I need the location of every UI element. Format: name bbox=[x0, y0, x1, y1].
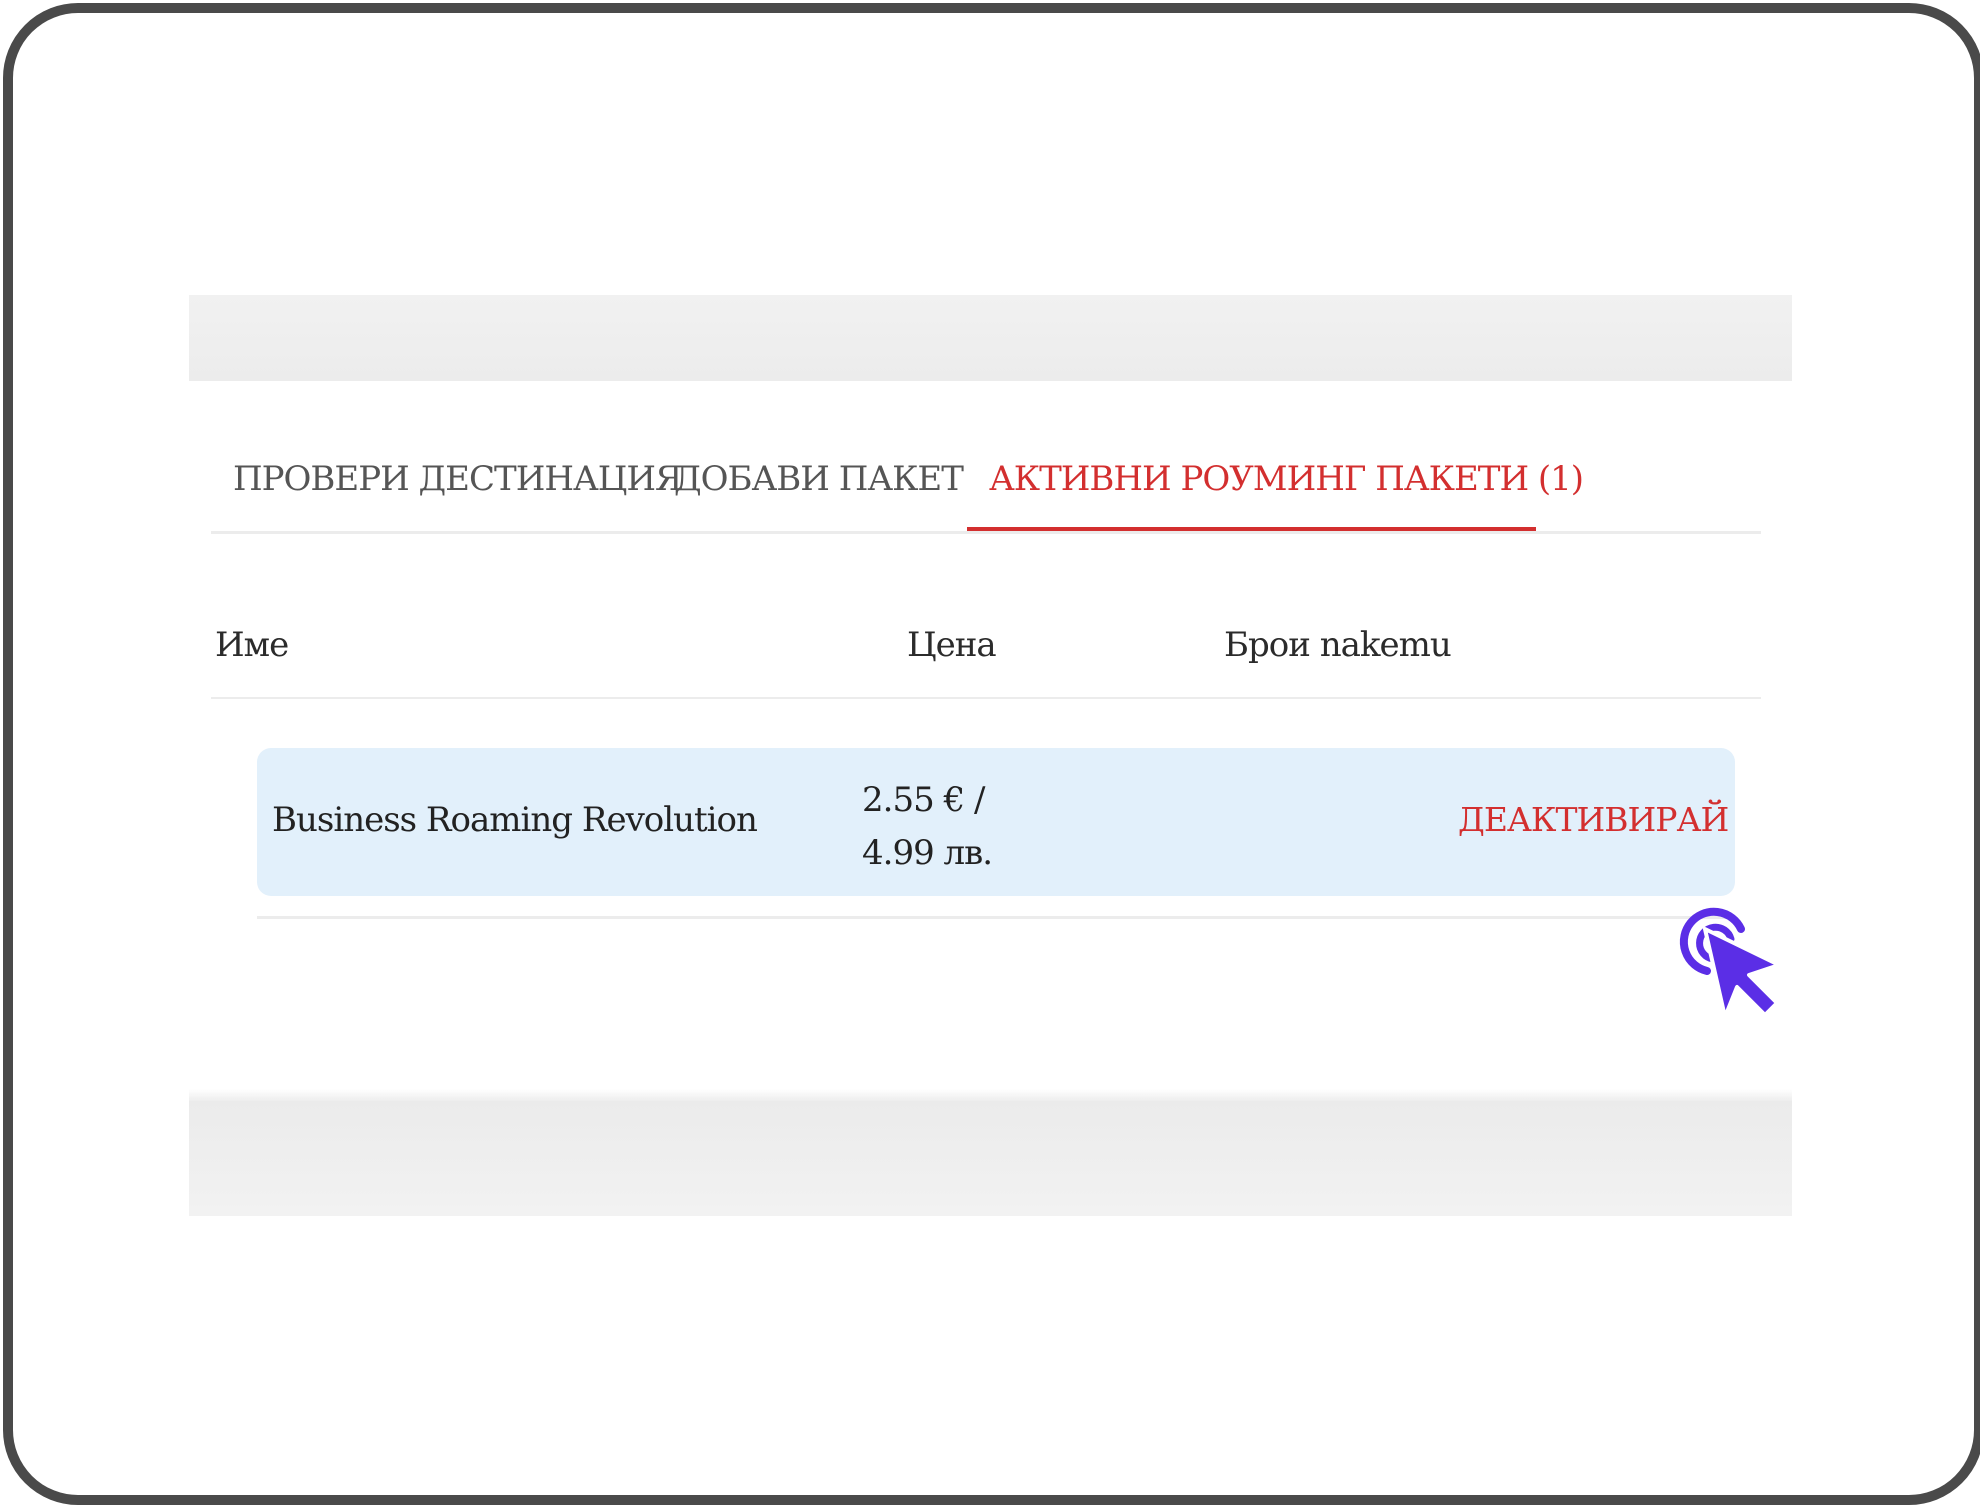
panel-bottom-band bbox=[189, 1089, 1792, 1216]
package-name: Business Roaming Revolution bbox=[272, 800, 758, 840]
deactivate-button[interactable]: ДЕАКТИВИРАЙ bbox=[1458, 800, 1729, 839]
price-bgn: 4.99 лв. bbox=[862, 833, 993, 873]
panel-content: ПРОВЕРИ ДЕСТИНАЦИЯ ДОБАВИ ПАКЕТ АКТИВНИ … bbox=[189, 381, 1792, 1101]
roaming-panel: ПРОВЕРИ ДЕСТИНАЦИЯ ДОБАВИ ПАКЕТ АКТИВНИ … bbox=[189, 295, 1792, 1216]
tab-add-package[interactable]: ДОБАВИ ПАКЕТ bbox=[674, 459, 964, 499]
panel-top-band bbox=[189, 295, 1792, 391]
header-name: Име bbox=[215, 625, 289, 665]
price-eur: 2.55 € / bbox=[862, 780, 985, 820]
tab-active-roaming-packages[interactable]: АКТИВНИ РОУМИНГ ПАКЕТИ (1) bbox=[989, 459, 1584, 499]
header-package-count: Брои nakemu bbox=[1224, 625, 1452, 665]
table-row: Business Roaming Revolution 2.55 € / 4.9… bbox=[257, 748, 1735, 896]
hand-pointer-click-icon bbox=[1679, 907, 1781, 1019]
table-header: Име Цена Брои nakemu bbox=[211, 611, 1761, 699]
header-price: Цена bbox=[907, 625, 997, 665]
active-tab-underline bbox=[967, 527, 1536, 531]
tab-bar: ПРОВЕРИ ДЕСТИНАЦИЯ ДОБАВИ ПАКЕТ АКТИВНИ … bbox=[211, 441, 1761, 534]
package-price: 2.55 € / 4.99 лв. bbox=[862, 774, 993, 880]
screenshot-frame: ПРОВЕРИ ДЕСТИНАЦИЯ ДОБАВИ ПАКЕТ АКТИВНИ … bbox=[3, 3, 1980, 1505]
tab-check-destination[interactable]: ПРОВЕРИ ДЕСТИНАЦИЯ bbox=[233, 459, 683, 499]
row-divider bbox=[257, 916, 1735, 919]
